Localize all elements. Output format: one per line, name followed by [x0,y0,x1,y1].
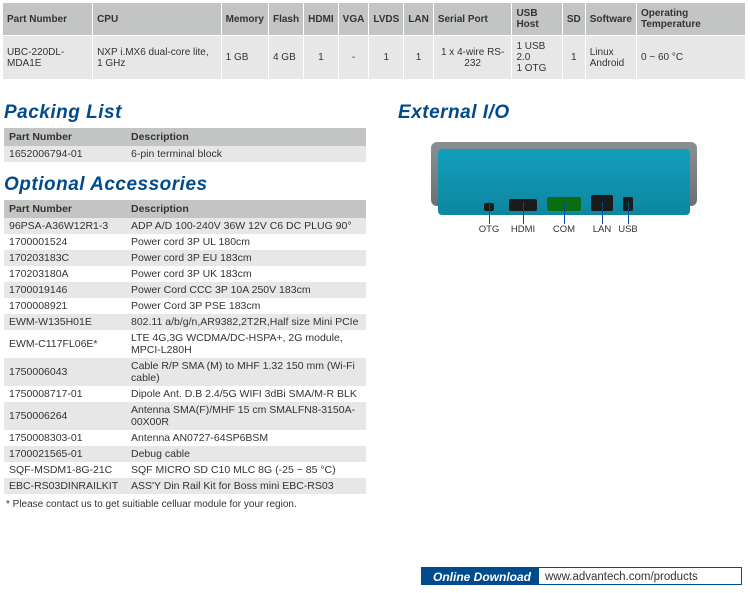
td-lan: 1 [404,36,434,80]
td-temp: 0 ~ 60 °C [636,36,745,80]
acc-desc: Power Cord 3P PSE 183cm [126,298,366,314]
accessory-row: 1700008921Power Cord 3P PSE 183cm [4,298,366,314]
acc-pn: 1700001524 [4,234,126,250]
packing-row: 1652006794-016-pin terminal block [4,146,366,162]
label-otg: OTG [479,224,500,235]
ordering-table: Part Number CPU Memory Flash HDMI VGA LV… [2,2,746,80]
td-ser: 1 x 4-wire RS-232 [433,36,512,80]
acc-desc: LTE 4G,3G WCDMA/DC-HSPA+, 2G module, MPC… [126,330,366,358]
acc-pn: 1700021565-01 [4,446,126,462]
heading-packing-list: Packing List [4,102,380,124]
th-lvds: LVDS [369,3,404,36]
th-cpu: CPU [93,3,222,36]
accessory-row: 170203180APower cord 3P UK 183cm [4,266,366,282]
footer-url[interactable]: www.advantech.com/products [539,567,742,585]
th-sd: SD [562,3,585,36]
acc-desc: ADP A/D 100-240V 36W 12V C6 DC PLUG 90° [126,218,366,234]
th-flash: Flash [268,3,303,36]
ordering-row: UBC-220DL-MDA1E NXP i.MX6 dual-core lite… [3,36,746,80]
th-hdmi: HDMI [304,3,339,36]
th-vga: VGA [338,3,369,36]
acc-pn: 170203183C [4,250,126,266]
label-lan: LAN [593,224,611,235]
th-mem: Memory [221,3,268,36]
accessory-row: 1700021565-01Debug cable [4,446,366,462]
accessory-row: 1700001524Power cord 3P UL 180cm [4,234,366,250]
acc-desc: Antenna AN0727-64SP6BSM [126,430,366,446]
footnote: * Please contact us to get suitiable cel… [6,499,380,510]
td-mem: 1 GB [221,36,268,80]
footer-bar: Online Download www.advantech.com/produc… [0,567,750,585]
accessory-row: 1700019146Power Cord CCC 3P 10A 250V 183… [4,282,366,298]
th-lan: LAN [404,3,434,36]
label-hdmi: HDMI [511,224,535,235]
acc-desc: ASS'Y Din Rail Kit for Boss mini EBC-RS0… [126,478,366,494]
acc-pn: 1700019146 [4,282,126,298]
accessory-row: 170203183CPower cord 3P EU 183cm [4,250,366,266]
acc-pn: 1750008303-01 [4,430,126,446]
th-usb: USB Host [512,3,562,36]
td-cpu: NXP i.MX6 dual-core lite, 1 GHz [93,36,222,80]
accessory-row: 96PSA-A36W12R1-3ADP A/D 100-240V 36W 12V… [4,218,366,234]
acc-desc: Cable R/P SMA (M) to MHF 1.32 150 mm (Wi… [126,358,366,386]
td-vga: - [338,36,369,80]
td-hdmi: 1 [304,36,339,80]
acc-desc: Debug cable [126,446,366,462]
accessory-row: 1750006043Cable R/P SMA (M) to MHF 1.32 … [4,358,366,386]
td-sw: Linux Android [585,36,636,80]
acc-pn: 170203180A [4,266,126,282]
acc-desc: 802.11 a/b/g/n,AR9382,2T2R,Half size Min… [126,314,366,330]
td-sd: 1 [562,36,585,80]
device-illustration: OTG HDMI COM LAN USB [431,142,697,222]
acc-desc: SQF MICRO SD C10 MLC 8G (-25 ~ 85 °C) [126,462,366,478]
accessory-row: EBC-RS03DINRAILKITASS'Y Din Rail Kit for… [4,478,366,494]
acc-pn: 1750006043 [4,358,126,386]
acc-pn: EWM-W135H01E [4,314,126,330]
acc-pn: EWM-C117FL06E* [4,330,126,358]
accessory-row: 1750008717-01Dipole Ant. D.B 2.4/5G WIFI… [4,386,366,402]
th-sw: Software [585,3,636,36]
th-pn: Part Number [3,3,93,36]
td-lvds: 1 [369,36,404,80]
label-com: COM [553,224,575,235]
accessories-table: Part Number Description 96PSA-A36W12R1-3… [4,200,366,494]
acc-desc: Power cord 3P UK 183cm [126,266,366,282]
th-ser: Serial Port [433,3,512,36]
acc-desc: Power Cord CCC 3P 10A 250V 183cm [126,282,366,298]
packing-th-pn: Part Number [4,128,126,146]
label-usb: USB [618,224,638,235]
accessory-row: 1750008303-01Antenna AN0727-64SP6BSM [4,430,366,446]
acc-desc: Dipole Ant. D.B 2.4/5G WIFI 3dBi SMA/M-R… [126,386,366,402]
td-usb: 1 USB 2.0 1 OTG [512,36,562,80]
acc-desc: Antenna SMA(F)/MHF 15 cm SMALFN8-3150A-0… [126,402,366,430]
acc-th-desc: Description [126,200,366,218]
footer-tag: Online Download [421,567,539,585]
td-pn: UBC-220DL-MDA1E [3,36,93,80]
packing-th-desc: Description [126,128,366,146]
acc-pn: 1750008717-01 [4,386,126,402]
acc-pn: 96PSA-A36W12R1-3 [4,218,126,234]
packing-pn: 1652006794-01 [4,146,126,162]
acc-desc: Power cord 3P EU 183cm [126,250,366,266]
td-flash: 4 GB [268,36,303,80]
packing-desc: 6-pin terminal block [126,146,366,162]
acc-pn: 1700008921 [4,298,126,314]
heading-external-io: External I/O [398,102,734,124]
accessory-row: EWM-C117FL06E*LTE 4G,3G WCDMA/DC-HSPA+, … [4,330,366,358]
acc-pn: EBC-RS03DINRAILKIT [4,478,126,494]
th-temp: Operating Temperature [636,3,745,36]
accessory-row: SQF-MSDM1-8G-21CSQF MICRO SD C10 MLC 8G … [4,462,366,478]
acc-desc: Power cord 3P UL 180cm [126,234,366,250]
accessory-row: 1750006264Antenna SMA(F)/MHF 15 cm SMALF… [4,402,366,430]
heading-optional-accessories: Optional Accessories [4,174,380,196]
acc-th-pn: Part Number [4,200,126,218]
acc-pn: 1750006264 [4,402,126,430]
packing-table: Part Number Description 1652006794-016-p… [4,128,366,162]
accessory-row: EWM-W135H01E802.11 a/b/g/n,AR9382,2T2R,H… [4,314,366,330]
acc-pn: SQF-MSDM1-8G-21C [4,462,126,478]
